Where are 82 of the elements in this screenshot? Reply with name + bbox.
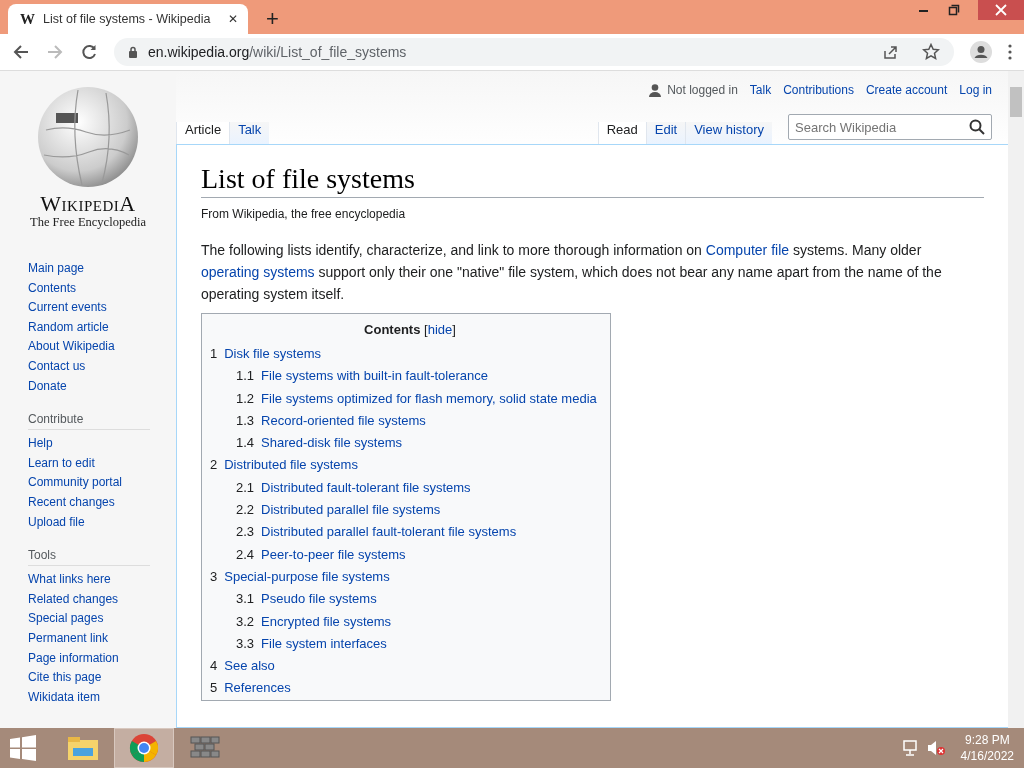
- sidebar-link[interactable]: Learn to edit: [28, 453, 95, 474]
- toc-entry[interactable]: 3.3 File system interfaces: [210, 632, 387, 656]
- logo-tagline: The Free Encyclopedia: [30, 215, 146, 230]
- toc-entry[interactable]: 2.1 Distributed fault-tolerant file systems: [210, 476, 471, 500]
- article-tagline: From Wikipedia, the free encyclopedia: [201, 207, 407, 221]
- hide-toggle[interactable]: [hide]: [424, 322, 456, 337]
- sidebar-heading: Tools: [28, 542, 150, 567]
- start-icon[interactable]: [10, 735, 36, 761]
- toc-entry[interactable]: 2 Distributed file systems: [210, 454, 358, 477]
- sidebar-link[interactable]: Current events: [28, 298, 107, 318]
- network-icon[interactable]: [902, 740, 919, 756]
- close-window-button[interactable]: [978, 0, 1024, 20]
- globe-logo-icon: [36, 85, 140, 189]
- menu-icon[interactable]: [1008, 44, 1012, 60]
- sidebar-link[interactable]: Contents: [28, 278, 77, 299]
- reload-icon[interactable]: [80, 43, 98, 61]
- sidebar-link[interactable]: Upload file: [28, 512, 85, 533]
- toc-entry[interactable]: 1.1 File systems with built-in fault-tolerance: [210, 365, 488, 388]
- toc-entry[interactable]: 1.3 Record-oriented file systems: [210, 409, 426, 433]
- lock-icon[interactable]: [128, 45, 138, 59]
- profile-icon[interactable]: [970, 41, 992, 63]
- contents-title: Contents: [364, 322, 421, 337]
- personal-link[interactable]: Create account: [865, 83, 948, 97]
- sidebar-link[interactable]: Page information: [28, 648, 119, 669]
- sidebar-link[interactable]: Permanent link: [28, 628, 109, 649]
- toc-entry[interactable]: 2.2 Distributed parallel file systems: [210, 499, 441, 522]
- page-tab[interactable]: Talk: [229, 122, 270, 144]
- sidebar-link[interactable]: Help: [28, 434, 53, 454]
- back-icon[interactable]: [12, 43, 30, 61]
- close-icon[interactable]: [995, 4, 1007, 16]
- share-icon[interactable]: [882, 44, 898, 60]
- favicon: W: [20, 10, 35, 28]
- wikipedia-wordmark[interactable]: WikipediA: [40, 193, 136, 215]
- sidebar-link[interactable]: Related changes: [28, 589, 119, 610]
- sidebar-link[interactable]: Main page: [28, 259, 85, 279]
- toc-entry[interactable]: 2.4 Peer-to-peer file systems: [210, 543, 406, 566]
- sidebar-heading: Contribute: [28, 406, 150, 431]
- inline-link[interactable]: Computer file: [705, 242, 790, 258]
- sidebar-link[interactable]: Contact us: [28, 356, 86, 377]
- sidebar-link[interactable]: Community portal: [28, 473, 123, 493]
- toc-entry[interactable]: 1 Disk file systems: [210, 343, 322, 366]
- personal-link[interactable]: Log in: [959, 83, 992, 97]
- scrollbar[interactable]: [1008, 71, 1024, 728]
- star-icon[interactable]: [922, 43, 940, 61]
- toc-entry[interactable]: 3.2 Encrypted file systems: [210, 610, 392, 633]
- close-tab-button[interactable]: ✕: [226, 10, 240, 28]
- sidebar-link[interactable]: Donate: [28, 376, 67, 397]
- chrome-icon[interactable]: [129, 733, 159, 763]
- intro-paragraph: The following lists identify, characterize, and link to more thorough information on Computer file systems. Many older operating systems support only their one "native" file system, which does not bear any name apart from the name of the operating system itself.: [201, 241, 943, 304]
- sidebar-link[interactable]: Random article: [28, 317, 109, 338]
- inline-link[interactable]: operating systems: [201, 264, 315, 280]
- login-status: Not logged in: [667, 83, 738, 97]
- toc-entry[interactable]: 3 Special-purpose file systems: [210, 565, 390, 589]
- personal-link[interactable]: Talk: [749, 83, 772, 97]
- page-tab[interactable]: Article: [176, 122, 230, 144]
- tab-title: List of file systems - Wikipedia: [43, 12, 212, 26]
- restore-icon[interactable]: [948, 4, 960, 16]
- search-field[interactable]: Search Wikipedia: [788, 114, 992, 140]
- toc-entry[interactable]: 4 See also: [210, 655, 275, 678]
- new-tab-button[interactable]: +: [260, 6, 285, 32]
- sidebar-link[interactable]: About Wikipedia: [28, 337, 115, 357]
- article-title: List of file systems: [201, 163, 984, 198]
- toc-entry[interactable]: 2.3 Distributed parallel fault-tolerant file systems: [210, 521, 517, 544]
- sidebar-link[interactable]: Special pages: [28, 609, 104, 629]
- browser-tab[interactable]: W List of file systems - Wikipedia ✕: [8, 4, 248, 34]
- sidebar-link[interactable]: What links here: [28, 570, 111, 590]
- toc-entry[interactable]: 1.2 File systems optimized for flash memory, solid state media: [210, 387, 597, 410]
- view-tab[interactable]: Read: [597, 122, 646, 144]
- address-field[interactable]: en.wikipedia.org/wiki/List_of_file_systems: [114, 38, 954, 66]
- toc-entry[interactable]: 5 References: [210, 677, 291, 700]
- view-tab[interactable]: View history: [685, 122, 772, 144]
- view-tab[interactable]: Edit: [645, 122, 686, 144]
- toc-entry[interactable]: 1.4 Shared-disk file systems: [210, 432, 402, 455]
- search-icon[interactable]: [969, 119, 985, 135]
- muted-speaker-icon[interactable]: [926, 740, 945, 756]
- personal-link[interactable]: Contributions: [783, 83, 854, 97]
- sidebar-link[interactable]: Recent changes: [28, 492, 115, 513]
- chrome-app-button[interactable]: [115, 729, 173, 767]
- sidebar-link[interactable]: Cite this page: [28, 668, 102, 688]
- toc-entry[interactable]: 3.1 Pseudo file systems: [210, 588, 377, 611]
- sidebar-link[interactable]: Wikidata item: [28, 687, 101, 708]
- user-icon: [649, 83, 662, 97]
